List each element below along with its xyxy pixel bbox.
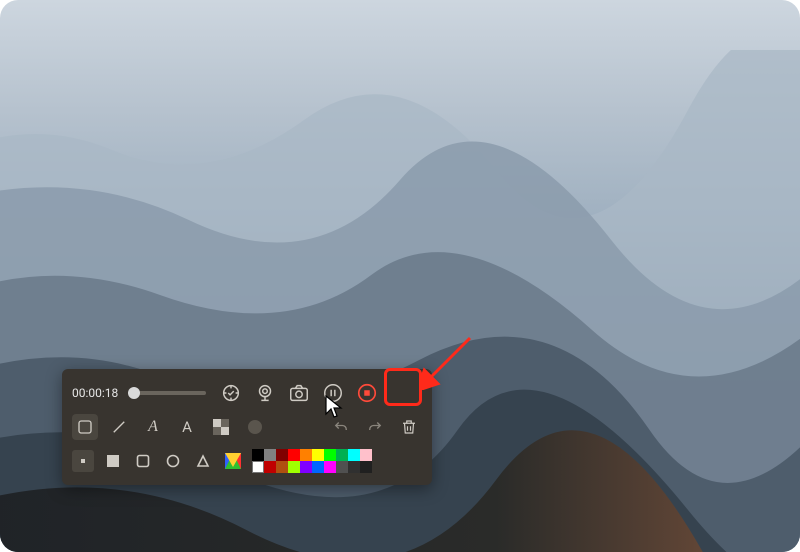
outline-square-button[interactable] [132, 450, 154, 472]
color-swatch[interactable] [264, 449, 276, 461]
draw-tool[interactable]: A [140, 414, 166, 440]
rectangle-icon [76, 418, 94, 436]
triangle-icon [196, 454, 210, 468]
color-swatch[interactable] [300, 461, 312, 473]
square-fill-icon [106, 454, 120, 468]
undo-icon [332, 418, 350, 436]
triangle-shape-button[interactable] [192, 450, 214, 472]
recorder-row-controls: 00:00:18 [72, 377, 422, 409]
color-swatch[interactable] [288, 449, 300, 461]
blur-tool[interactable] [208, 414, 234, 440]
color-swatch[interactable] [348, 449, 360, 461]
color-swatch[interactable] [276, 449, 288, 461]
webcam-icon [254, 382, 276, 404]
color-palette[interactable] [252, 449, 372, 473]
color-swatch[interactable] [324, 461, 336, 473]
color-swatch[interactable] [336, 449, 348, 461]
camera-icon [288, 382, 310, 404]
webcam-button[interactable] [252, 380, 278, 406]
stop-icon [356, 382, 378, 404]
undo-button[interactable] [328, 414, 354, 440]
progress-slider[interactable] [128, 391, 206, 395]
rectangle-tool[interactable] [72, 414, 98, 440]
color-swatch[interactable] [312, 461, 324, 473]
text-a-icon: A [182, 418, 192, 436]
circle-fill-icon [247, 419, 263, 435]
circle-outline-icon [166, 454, 180, 468]
multicolor-icon [225, 453, 241, 469]
color-swatch[interactable] [336, 461, 348, 473]
color-picker-button[interactable] [222, 450, 244, 472]
circle-shape-button[interactable] [162, 450, 184, 472]
style-row [72, 445, 422, 477]
line-tool[interactable] [106, 414, 132, 440]
capture-region-button[interactable] [218, 380, 244, 406]
pause-button[interactable] [320, 380, 346, 406]
line-icon [110, 418, 128, 436]
dot-small-icon [78, 456, 88, 466]
color-swatch[interactable] [360, 449, 372, 461]
delete-button[interactable] [396, 414, 422, 440]
annotation-tools-row: A A [72, 411, 422, 443]
color-swatch[interactable] [276, 461, 288, 473]
color-swatch[interactable] [324, 449, 336, 461]
color-swatch[interactable] [264, 461, 276, 473]
recording-timer: 00:00:18 [72, 386, 118, 400]
stroke-thin-button[interactable] [72, 450, 94, 472]
color-swatch[interactable] [312, 449, 324, 461]
target-icon [220, 382, 242, 404]
redo-icon [366, 418, 384, 436]
pause-icon [322, 382, 344, 404]
color-swatch[interactable] [300, 449, 312, 461]
recorder-toolbar: 00:00:18 [62, 369, 432, 485]
color-swatch[interactable] [288, 461, 300, 473]
trash-icon [400, 418, 418, 436]
fill-square-button[interactable] [102, 450, 124, 472]
spotlight-tool[interactable] [242, 414, 268, 440]
screenshot-button[interactable] [286, 380, 312, 406]
square-outline-icon [136, 454, 150, 468]
stop-button[interactable] [354, 380, 380, 406]
color-swatch[interactable] [252, 461, 264, 473]
redo-button[interactable] [362, 414, 388, 440]
text-tool[interactable]: A [174, 414, 200, 440]
color-swatch[interactable] [252, 449, 264, 461]
blur-icon [213, 419, 229, 435]
color-swatch[interactable] [348, 461, 360, 473]
pen-a-icon: A [148, 418, 158, 436]
color-swatch[interactable] [360, 461, 372, 473]
